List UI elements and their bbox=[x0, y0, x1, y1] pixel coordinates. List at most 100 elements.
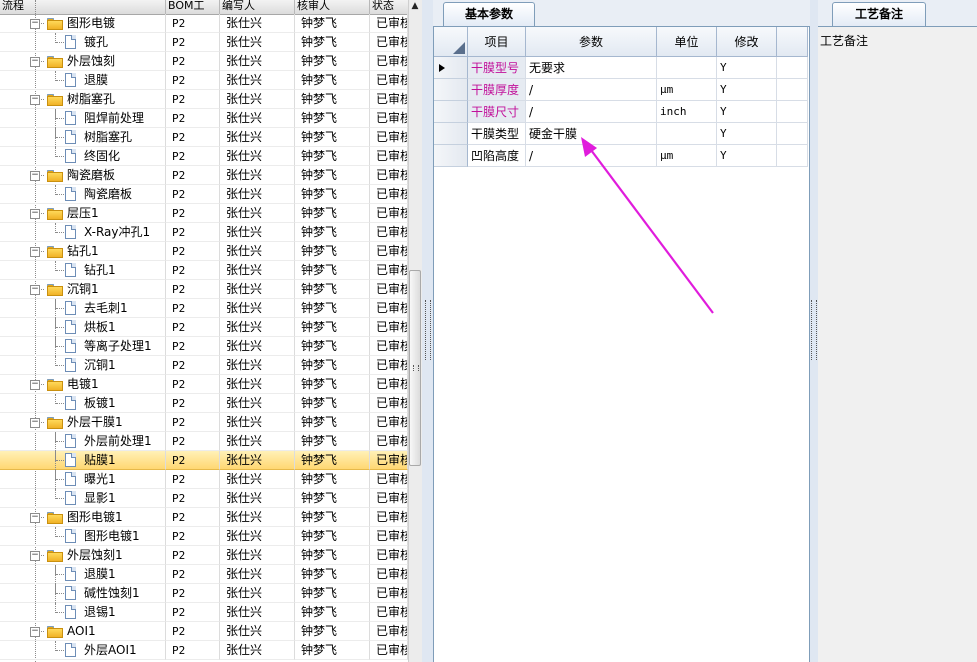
param-value-cell[interactable]: / bbox=[526, 145, 657, 167]
collapse-minus-icon[interactable]: − bbox=[30, 513, 40, 523]
tree-node-cell[interactable]: 终固化 bbox=[0, 147, 166, 166]
right-splitter[interactable] bbox=[810, 0, 818, 662]
tree-leaf-row[interactable]: 曝光1 P2张仕兴钟梦飞已审核 bbox=[0, 470, 408, 489]
status-cell[interactable]: 已审核 bbox=[370, 622, 408, 641]
reviewer-cell[interactable]: 钟梦飞 bbox=[295, 527, 370, 546]
bom-cell[interactable]: P2 bbox=[166, 546, 220, 565]
tree-group-row[interactable]: − 树脂塞孔 P2张仕兴钟梦飞已审核 bbox=[0, 90, 408, 109]
bom-cell[interactable]: P2 bbox=[166, 641, 220, 660]
writer-cell[interactable]: 张仕兴 bbox=[220, 622, 295, 641]
tree-leaf-row[interactable]: 退锡1 P2张仕兴钟梦飞已审核 bbox=[0, 603, 408, 622]
tree-leaf-row[interactable]: 陶瓷磨板 P2张仕兴钟梦飞已审核 bbox=[0, 185, 408, 204]
status-cell[interactable]: 已审核 bbox=[370, 375, 408, 394]
reviewer-cell[interactable]: 钟梦飞 bbox=[295, 71, 370, 90]
param-unit-cell[interactable]: μm bbox=[657, 79, 717, 101]
writer-cell[interactable]: 张仕兴 bbox=[220, 508, 295, 527]
writer-cell[interactable]: 张仕兴 bbox=[220, 128, 295, 147]
bom-cell[interactable]: P2 bbox=[166, 375, 220, 394]
col-header-process[interactable]: 流程 bbox=[0, 0, 166, 14]
bom-cell[interactable]: P2 bbox=[166, 603, 220, 622]
writer-cell[interactable]: 张仕兴 bbox=[220, 337, 295, 356]
param-modify-cell[interactable]: Y bbox=[717, 123, 777, 145]
reviewer-cell[interactable]: 钟梦飞 bbox=[295, 109, 370, 128]
tree-node-cell[interactable]: 外层AOI1 bbox=[0, 641, 166, 660]
collapse-minus-icon[interactable]: − bbox=[30, 209, 40, 219]
bom-cell[interactable]: P2 bbox=[166, 432, 220, 451]
reviewer-cell[interactable]: 钟梦飞 bbox=[295, 204, 370, 223]
reviewer-cell[interactable]: 钟梦飞 bbox=[295, 622, 370, 641]
status-cell[interactable]: 已审核 bbox=[370, 489, 408, 508]
tree-leaf-row[interactable]: 等离子处理1 P2张仕兴钟梦飞已审核 bbox=[0, 337, 408, 356]
param-value-cell[interactable]: / bbox=[526, 101, 657, 123]
bom-cell[interactable]: P2 bbox=[166, 242, 220, 261]
param-item-cell[interactable]: 干膜型号 bbox=[468, 57, 526, 79]
tree-leaf-row[interactable]: 贴膜1 P2张仕兴钟梦飞已审核 bbox=[0, 451, 408, 470]
row-header[interactable] bbox=[434, 123, 468, 145]
tree-node-cell[interactable]: 陶瓷磨板 bbox=[0, 185, 166, 204]
collapse-minus-icon[interactable]: − bbox=[30, 95, 40, 105]
param-item-cell[interactable]: 干膜类型 bbox=[468, 123, 526, 145]
writer-cell[interactable]: 张仕兴 bbox=[220, 109, 295, 128]
status-cell[interactable]: 已审核 bbox=[370, 356, 408, 375]
reviewer-cell[interactable]: 钟梦飞 bbox=[295, 546, 370, 565]
reviewer-cell[interactable]: 钟梦飞 bbox=[295, 14, 370, 33]
param-item-cell[interactable]: 凹陷高度 bbox=[468, 145, 526, 167]
reviewer-cell[interactable]: 钟梦飞 bbox=[295, 394, 370, 413]
bom-cell[interactable]: P2 bbox=[166, 489, 220, 508]
tree-node-cell[interactable]: 树脂塞孔 bbox=[0, 128, 166, 147]
writer-cell[interactable]: 张仕兴 bbox=[220, 14, 295, 33]
tree-node-cell[interactable]: 镀孔 bbox=[0, 33, 166, 52]
tree-leaf-row[interactable]: 碱性蚀刻1 P2张仕兴钟梦飞已审核 bbox=[0, 584, 408, 603]
reviewer-cell[interactable]: 钟梦飞 bbox=[295, 128, 370, 147]
status-cell[interactable]: 已审核 bbox=[370, 413, 408, 432]
param-unit-cell[interactable]: inch bbox=[657, 101, 717, 123]
bom-cell[interactable]: P2 bbox=[166, 261, 220, 280]
reviewer-cell[interactable]: 钟梦飞 bbox=[295, 185, 370, 204]
tree-group-row[interactable]: − 图形电镀 P2张仕兴钟梦飞已审核 bbox=[0, 14, 408, 33]
tree-node-cell[interactable]: 等离子处理1 bbox=[0, 337, 166, 356]
status-cell[interactable]: 已审核 bbox=[370, 52, 408, 71]
reviewer-cell[interactable]: 钟梦飞 bbox=[295, 337, 370, 356]
status-cell[interactable]: 已审核 bbox=[370, 565, 408, 584]
tree-node-cell[interactable]: 烘板1 bbox=[0, 318, 166, 337]
reviewer-cell[interactable]: 钟梦飞 bbox=[295, 470, 370, 489]
writer-cell[interactable]: 张仕兴 bbox=[220, 90, 295, 109]
writer-cell[interactable]: 张仕兴 bbox=[220, 451, 295, 470]
tree-node-cell[interactable]: 退锡1 bbox=[0, 603, 166, 622]
tree-node-cell[interactable]: − 沉铜1 bbox=[0, 280, 166, 299]
tree-node-cell[interactable]: − 电镀1 bbox=[0, 375, 166, 394]
tree-group-row[interactable]: − 陶瓷磨板 P2张仕兴钟梦飞已审核 bbox=[0, 166, 408, 185]
param-modify-cell[interactable]: Y bbox=[717, 145, 777, 167]
tree-node-cell[interactable]: 贴膜1 bbox=[0, 451, 166, 470]
bom-cell[interactable]: P2 bbox=[166, 622, 220, 641]
param-modify-cell[interactable]: Y bbox=[717, 101, 777, 123]
tree-node-cell[interactable]: 外层前处理1 bbox=[0, 432, 166, 451]
status-cell[interactable]: 已审核 bbox=[370, 546, 408, 565]
writer-cell[interactable]: 张仕兴 bbox=[220, 565, 295, 584]
writer-cell[interactable]: 张仕兴 bbox=[220, 71, 295, 90]
tree-leaf-row[interactable]: 阻焊前处理 P2张仕兴钟梦飞已审核 bbox=[0, 109, 408, 128]
collapse-minus-icon[interactable]: − bbox=[30, 380, 40, 390]
writer-cell[interactable]: 张仕兴 bbox=[220, 52, 295, 71]
reviewer-cell[interactable]: 钟梦飞 bbox=[295, 432, 370, 451]
status-cell[interactable]: 已审核 bbox=[370, 527, 408, 546]
bom-cell[interactable]: P2 bbox=[166, 147, 220, 166]
reviewer-cell[interactable]: 钟梦飞 bbox=[295, 147, 370, 166]
notes-area[interactable]: 工艺备注 bbox=[818, 27, 977, 662]
bom-cell[interactable]: P2 bbox=[166, 71, 220, 90]
tree-leaf-row[interactable]: 去毛刺1 P2张仕兴钟梦飞已审核 bbox=[0, 299, 408, 318]
status-cell[interactable]: 已审核 bbox=[370, 166, 408, 185]
writer-cell[interactable]: 张仕兴 bbox=[220, 470, 295, 489]
tree-node-cell[interactable]: 退膜1 bbox=[0, 565, 166, 584]
writer-cell[interactable]: 张仕兴 bbox=[220, 375, 295, 394]
tree-group-row[interactable]: − 外层干膜1 P2张仕兴钟梦飞已审核 bbox=[0, 413, 408, 432]
tree-node-cell[interactable]: − 外层蚀刻1 bbox=[0, 546, 166, 565]
reviewer-cell[interactable]: 钟梦飞 bbox=[295, 508, 370, 527]
left-splitter[interactable] bbox=[422, 0, 433, 662]
bom-cell[interactable]: P2 bbox=[166, 470, 220, 489]
bom-cell[interactable]: P2 bbox=[166, 166, 220, 185]
tree-node-cell[interactable]: 沉铜1 bbox=[0, 356, 166, 375]
tree-leaf-row[interactable]: 烘板1 P2张仕兴钟梦飞已审核 bbox=[0, 318, 408, 337]
tree-leaf-row[interactable]: 外层AOI1 P2张仕兴钟梦飞已审核 bbox=[0, 641, 408, 660]
writer-cell[interactable]: 张仕兴 bbox=[220, 603, 295, 622]
